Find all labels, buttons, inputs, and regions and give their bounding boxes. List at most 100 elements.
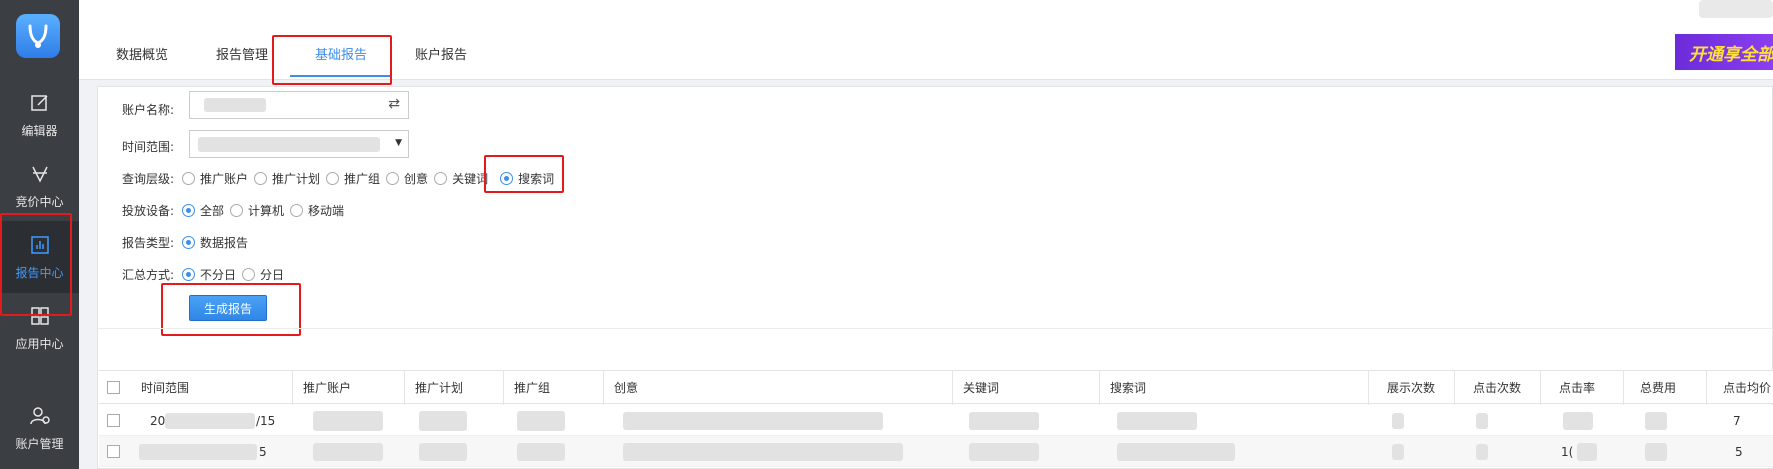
cell-blurred [1563,412,1593,430]
sidebar-item-label: 报告中心 [15,265,64,280]
generate-report-button[interactable]: 生成报告 [189,295,267,321]
radio-dot-selected[interactable] [182,235,195,249]
table-header: 时间范围 推广账户 推广计划 推广组 创意 关键词 搜索词 展示次数 点击次数 … [99,370,1773,405]
radio-dot-selected[interactable] [182,203,195,217]
radio-dot[interactable] [290,203,304,217]
radio-search-term[interactable]: 搜索词 [500,170,554,187]
cell-blurred [1117,443,1235,461]
table-row[interactable]: 20 /15 7 [99,405,1773,436]
radio-dot[interactable] [230,203,244,217]
radio-device-all[interactable]: 全部 [182,202,224,219]
app-logo[interactable] [16,14,60,58]
th-search-term[interactable]: 搜索词 [1100,371,1369,405]
th-total-cost[interactable]: 总费用 [1624,371,1707,405]
radio-dot[interactable] [386,171,400,185]
time-range-label: 时间范围: [122,139,175,154]
report-type-row: 报告类型: 数据报告 [122,231,254,253]
radio-dot[interactable] [434,171,448,185]
radio-data-report[interactable]: 数据报告 [182,234,248,251]
cell-time-prefix: 20 [150,414,166,428]
radio-dot-selected[interactable] [182,267,195,281]
promo-banner[interactable]: 开通享全部功能 每 [1675,34,1773,70]
th-avg-cpc[interactable]: 点击均价 [1707,371,1773,405]
radio-label: 搜索词 [518,171,555,186]
sidebar-item-editor[interactable]: 编辑器 [0,79,79,151]
radio-dot[interactable] [254,171,268,185]
th-ctr[interactable]: 点击率 [1541,371,1624,405]
radio-dot[interactable] [326,171,340,185]
swap-icon[interactable]: ⇄ [388,96,400,112]
radio-promo-plan[interactable]: 推广计划 [254,170,320,187]
device-row: 投放设备: 全部 计算机 移动端 [122,199,350,221]
cell-blurred [969,412,1039,430]
radio-daily-split[interactable]: 分日 [242,266,284,283]
cell-blurred [1392,413,1404,429]
radio-label: 关键词 [452,171,489,186]
active-tab-indicator [290,75,390,77]
user-info-blurred [1699,0,1773,18]
sidebar-item-app-center[interactable]: 应用中心 [0,292,79,364]
th-promo-plan[interactable]: 推广计划 [405,371,504,405]
sidebar-item-bidding[interactable]: 竞价中心 [0,150,79,222]
row-checkbox[interactable] [107,445,120,458]
table-row[interactable]: 5 1( 5 [99,436,1773,467]
sidebar: 编辑器 竞价中心 报告中心 应用中心 账户管理 [0,0,79,469]
bid-icon [29,163,51,185]
panel-divider [97,328,1773,329]
th-time-range[interactable]: 时间范围 [131,371,293,405]
th-promo-group[interactable]: 推广组 [504,371,604,405]
cell-ctr: 1( [1561,445,1574,459]
radio-label: 数据报告 [200,235,249,250]
th-promo-account[interactable]: 推广账户 [293,371,405,405]
device-label: 投放设备: [122,203,175,218]
tab-account-report[interactable]: 账户报告 [415,44,467,63]
sidebar-item-label: 应用中心 [15,336,64,351]
cell-blurred [1577,443,1597,461]
cell-blurred [623,443,903,461]
device-radio-group: 全部 计算机 移动端 [182,202,350,219]
radio-dot-selected[interactable] [500,171,514,185]
radio-device-mobile[interactable]: 移动端 [290,202,344,219]
radio-dot[interactable] [182,171,195,185]
radio-label: 不分日 [200,267,237,282]
radio-promo-account[interactable]: 推广账户 [182,170,248,187]
query-level-radio-group: 推广账户 推广计划 推广组 创意 关键词 搜索词 [182,170,560,187]
th-creative[interactable]: 创意 [604,371,953,405]
time-range-select[interactable]: ▼ [189,130,409,158]
radio-keyword[interactable]: 关键词 [434,170,488,187]
account-name-blurred-value [204,98,266,112]
sidebar-item-report-center[interactable]: 报告中心 [0,221,79,293]
tab-data-overview[interactable]: 数据概览 [116,44,168,63]
radio-device-computer[interactable]: 计算机 [230,202,284,219]
select-all-checkbox[interactable] [107,381,120,394]
tab-basic-report[interactable]: 基础报告 [315,44,367,63]
th-impressions[interactable]: 展示次数 [1369,371,1455,405]
cell-blurred [1476,444,1488,460]
radio-no-daily-split[interactable]: 不分日 [182,266,236,283]
radio-dot[interactable] [242,267,256,281]
sidebar-item-label: 账户管理 [15,436,64,451]
cell-avg-cpc: 5 [1735,445,1743,459]
summary-label: 汇总方式: [122,267,175,282]
cell-blurred [517,443,565,461]
row-checkbox[interactable] [107,414,120,427]
cell-blurred [139,444,257,460]
cell-blurred [1117,412,1197,430]
radio-creative[interactable]: 创意 [386,170,428,187]
cell-time-suffix: /15 [256,414,276,428]
th-clicks[interactable]: 点击次数 [1455,371,1541,405]
cell-blurred [313,443,383,461]
cell-blurred [517,411,565,431]
account-name-field[interactable]: ⇄ [189,91,409,119]
sidebar-item-account-management[interactable]: 账户管理 [0,392,79,464]
top-tab-bar: 数据概览 报告管理 基础报告 账户报告 开通享全部功能 每 [79,0,1773,85]
tab-report-management[interactable]: 报告管理 [216,44,268,63]
cell-blurred [419,411,467,431]
cell-blurred [165,413,255,429]
th-keyword[interactable]: 关键词 [953,371,1100,405]
radio-promo-group[interactable]: 推广组 [326,170,380,187]
cell-blurred [1645,412,1667,430]
summary-radio-group: 不分日 分日 [182,266,290,283]
cell-blurred [1476,413,1488,429]
report-chart-icon [29,234,51,256]
